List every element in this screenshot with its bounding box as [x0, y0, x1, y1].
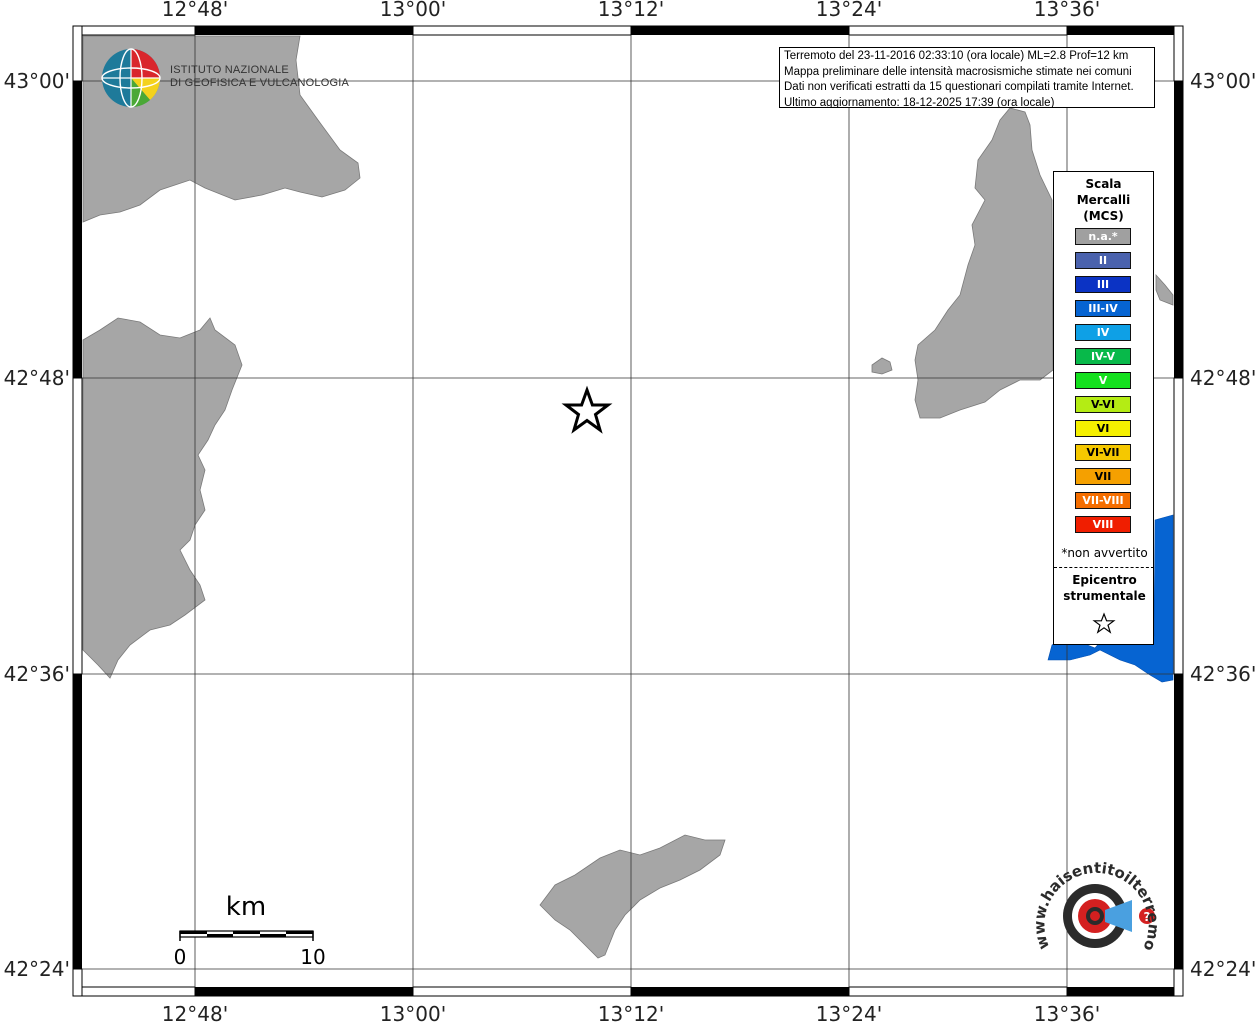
right-latitude-labels: 43°00' 42°48' 42°36' 42°24': [1190, 69, 1256, 981]
legend-title: Scala Mercalli (MCS): [1054, 176, 1153, 224]
legend-swatch-v-vi: V-VI: [1075, 396, 1131, 413]
tick-label-left: 43°00': [4, 69, 70, 93]
event-info-line: Terremoto del 23-11-2016 02:33:10 (ora l…: [784, 50, 1129, 62]
legend-swatch-iv: IV: [1075, 324, 1131, 341]
legend-title-line: Scala: [1085, 177, 1122, 191]
ingv-logo-icon: [101, 48, 161, 108]
tick-label-top: 13°24': [816, 0, 882, 21]
legend-swatch-viii: VIII: [1075, 516, 1131, 533]
scale-bar-end: 10: [300, 945, 325, 969]
tick-label-bottom: 13°24': [816, 1002, 882, 1024]
tick-label-top: 13°00': [380, 0, 446, 21]
left-latitude-labels: 43°00' 42°48' 42°36' 42°24': [4, 69, 70, 981]
legend-swatch-iii: III: [1075, 276, 1131, 293]
legend-swatch-iii-iv: III-IV: [1075, 300, 1131, 317]
legend-swatches: n.a.* II III III-IV IV IV-V V V-VI VI VI-VII VII VI…: [1075, 228, 1131, 540]
legend-epicenter-line: Epicentro: [1072, 573, 1137, 587]
event-info-box: Terremoto del 23-11-2016 02:33:10 (ora l…: [779, 47, 1155, 108]
ingv-logo-line1: ISTITUTO NAZIONALE: [170, 64, 289, 76]
legend-note: *non avvertito: [1061, 546, 1148, 560]
tick-label-right: 42°48': [1190, 366, 1256, 390]
tick-label-bottom: 13°36': [1034, 1002, 1100, 1024]
legend-swatch-ii: II: [1075, 252, 1131, 269]
tick-label-top: 13°36': [1034, 0, 1100, 21]
tick-label-right: 42°24': [1190, 957, 1256, 981]
tick-label-left: 42°36': [4, 662, 70, 686]
legend-swatch-v: V: [1075, 372, 1131, 389]
tick-label-bottom: 13°12': [598, 1002, 664, 1024]
ingv-logo-line2: DI GEOFISICA E VULCANOLOGIA: [170, 77, 349, 89]
tick-label-right: 42°36': [1190, 662, 1256, 686]
legend-swatch-vi-vii: VI-VII: [1075, 444, 1131, 461]
legend-epicenter-line: strumentale: [1063, 589, 1146, 603]
legend-star-icon: [1092, 612, 1116, 634]
legend-title-line: Mercalli: [1076, 193, 1131, 207]
tick-label-top: 13°12': [598, 0, 664, 21]
scale-bar-start: 0: [174, 945, 187, 969]
scale-bar-unit: km: [226, 892, 266, 922]
ingv-logo-text: ISTITUTO NAZIONALE DI GEOFISICA E VULCAN…: [170, 64, 349, 90]
event-info-line: Ultimo aggiornamento: 18-12-2025 17:39 (…: [784, 96, 1055, 108]
legend-epicenter-label: Epicentro strumentale: [1054, 572, 1155, 604]
legend-swatch-n-a: n.a.*: [1075, 228, 1131, 245]
tick-label-bottom: 13°00': [380, 1002, 446, 1024]
bottom-longitude-labels: 12°48' 13°00' 13°12' 13°24' 13°36': [162, 1002, 1100, 1024]
event-info-line: Dati non verificati estratti da 15 quest…: [784, 81, 1134, 93]
legend-title-line: (MCS): [1083, 209, 1124, 223]
tick-label-left: 42°48': [4, 366, 70, 390]
tick-label-top: 12°48': [162, 0, 228, 21]
legend-swatch-vii: VII: [1075, 468, 1131, 485]
tick-label-left: 42°24': [4, 957, 70, 981]
legend-swatch-vi: VI: [1075, 420, 1131, 437]
top-longitude-labels: 12°48' 13°00' 13°12' 13°24' 13°36': [162, 0, 1100, 21]
legend-divider: [1054, 567, 1154, 568]
mcs-legend: Scala Mercalli (MCS) n.a.* II III III-IV IV I…: [1053, 171, 1154, 645]
event-info-line: Mappa preliminare delle intensità macros…: [784, 65, 1132, 78]
tick-label-bottom: 12°48': [162, 1002, 228, 1024]
legend-swatch-vii-viii: VII-VIII: [1075, 492, 1131, 509]
legend-swatch-iv-v: IV-V: [1075, 348, 1131, 365]
tick-label-right: 43°00': [1190, 69, 1256, 93]
